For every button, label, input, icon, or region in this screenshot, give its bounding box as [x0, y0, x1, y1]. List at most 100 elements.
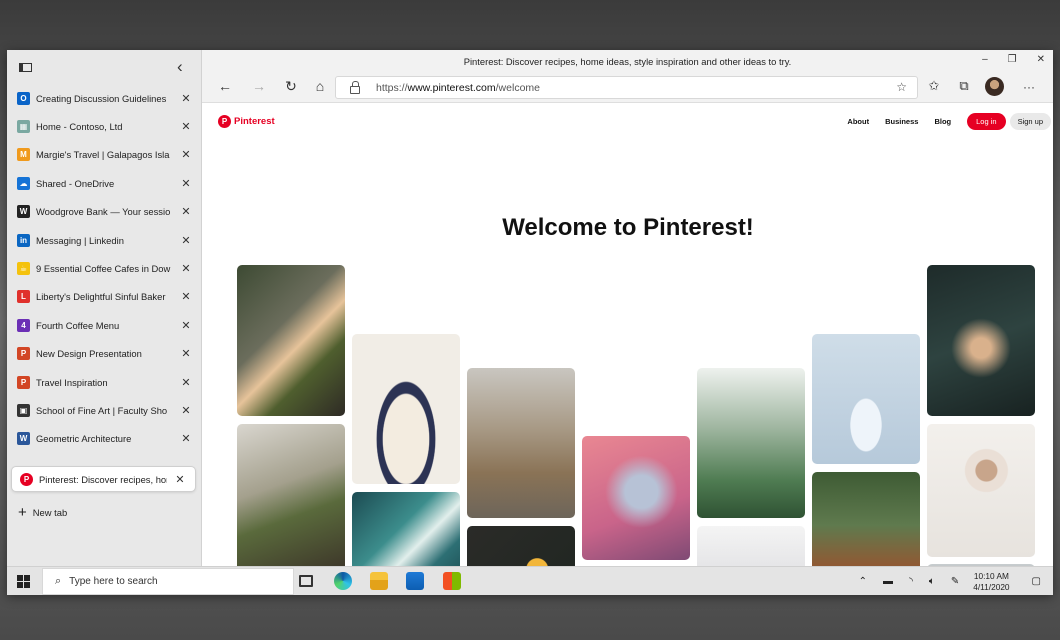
welcome-heading: Welcome to Pinterest!	[502, 214, 754, 241]
pin-pendant-lamp[interactable]	[812, 334, 920, 464]
file-explorer-icon[interactable]	[370, 572, 388, 590]
search-placeholder: Type here to search	[69, 576, 158, 587]
clock[interactable]: 10:10 AM 4/11/2020	[973, 571, 1009, 593]
pin-campfire[interactable]	[927, 265, 1035, 416]
more-menu-icon[interactable]: ···	[1020, 80, 1038, 94]
close-tab-icon[interactable]: ✕	[181, 92, 191, 105]
vertical-tabs-sidebar: ‹ O Creating Discussion Guidelines ✕ ▦ Home …	[7, 50, 202, 566]
login-button[interactable]: Log in	[967, 113, 1006, 130]
pinterest-logo[interactable]: P Pinterest	[218, 115, 275, 128]
tab-item[interactable]: W Woodgrove Bank — Your sessio ✕	[7, 198, 201, 226]
url-text[interactable]: https://www.pinterest.com/welcome	[376, 82, 540, 94]
tab-list: O Creating Discussion Guidelines ✕ ▦ Home - …	[7, 84, 201, 453]
pin-street-fashion[interactable]	[467, 368, 575, 518]
pinterest-page: P Pinterest About Business Blog Log in S…	[203, 104, 1053, 566]
close-tab-icon[interactable]: ✕	[181, 205, 191, 218]
address-bar[interactable]: https://www.pinterest.com/welcome ☆	[335, 76, 918, 99]
powerpoint-icon: P	[17, 375, 30, 389]
new-tab-label: New tab	[32, 506, 68, 518]
battery-icon[interactable]: ▬	[883, 576, 893, 587]
windows-start-icon[interactable]	[17, 575, 30, 588]
new-tab-button[interactable]: + New tab	[7, 497, 201, 527]
home-button[interactable]: ⌂	[311, 78, 329, 94]
profile-avatar[interactable]	[985, 77, 1004, 96]
tab-title: 9 Essential Coffee Cafes in Dow	[36, 263, 171, 275]
lock-icon[interactable]	[350, 80, 360, 94]
close-tab-icon[interactable]: ✕	[181, 148, 191, 161]
maximize-button[interactable]: ❐	[1008, 54, 1017, 65]
refresh-button[interactable]: ↻	[282, 78, 300, 95]
close-tab-icon[interactable]: ✕	[181, 347, 191, 360]
tab-item[interactable]: ▣ School of Fine Art | Faculty Sho ✕	[7, 396, 201, 424]
tab-item[interactable]: ☕ 9 Essential Coffee Cafes in Dow ✕	[7, 254, 201, 282]
close-tab-icon[interactable]: ✕	[181, 234, 191, 247]
tab-item[interactable]: W Geometric Architecture ✕	[7, 425, 201, 453]
pinterest-nav: About Business Blog Log in Sign up	[847, 113, 1051, 130]
collections-icon[interactable]: ⧉	[955, 78, 973, 94]
collapse-sidebar-icon[interactable]: ‹	[177, 57, 183, 77]
tab-pinterest-active[interactable]: P Pinterest: Discover recipes, hom ✕	[12, 467, 195, 492]
chevron-up-icon[interactable]: ⌃	[859, 576, 867, 587]
favorites-icon[interactable]: ✩	[925, 78, 943, 94]
volume-icon[interactable]: 🔈︎	[929, 576, 935, 587]
task-view-icon[interactable]	[299, 575, 313, 587]
tab-title: Woodgrove Bank — Your sessio	[36, 206, 171, 218]
tab-item[interactable]: L Liberty's Delightful Sinful Baker ✕	[7, 283, 201, 311]
tab-item[interactable]: M Margie's Travel | Galapagos Isla ✕	[7, 141, 201, 169]
tab-title: Margie's Travel | Galapagos Isla	[36, 149, 170, 161]
pin-citrus[interactable]	[467, 526, 575, 566]
close-tab-icon[interactable]: ✕	[175, 473, 185, 486]
woodgrove-icon: W	[17, 205, 30, 219]
tab-item[interactable]: 4 Fourth Coffee Menu ✕	[7, 311, 201, 339]
close-tab-icon[interactable]: ✕	[181, 177, 191, 190]
pin-coffee-cup[interactable]	[927, 424, 1035, 557]
taskbar-search-box[interactable]: ⌕ Type here to search	[42, 568, 294, 595]
fine-art-icon: ▣	[17, 403, 30, 417]
minimize-button[interactable]: –	[982, 54, 988, 65]
clock-time: 10:10 AM	[973, 570, 1009, 581]
nav-business[interactable]: Business	[885, 117, 918, 126]
pin-fairy-lights-jar[interactable]	[582, 436, 690, 560]
notifications-icon[interactable]: ▢	[1032, 576, 1041, 587]
pin-ocean-pool[interactable]	[352, 492, 460, 566]
forward-button[interactable]: →	[250, 78, 268, 94]
search-icon: ⌕	[55, 575, 62, 587]
nav-about[interactable]: About	[847, 117, 869, 126]
close-tab-icon[interactable]: ✕	[181, 432, 191, 445]
tab-actions-icon[interactable]	[19, 63, 32, 72]
tab-item[interactable]: in Messaging | Linkedin ✕	[7, 226, 201, 254]
pen-icon[interactable]: ✎	[951, 576, 959, 587]
powerpoint-icon: P	[17, 347, 30, 361]
tab-title: Fourth Coffee Menu	[36, 319, 120, 331]
tab-item[interactable]: ▦ Home - Contoso, Ltd ✕	[7, 112, 201, 140]
plus-icon: +	[18, 503, 27, 521]
close-tab-icon[interactable]: ✕	[181, 120, 191, 133]
signup-button[interactable]: Sign up	[1009, 113, 1051, 130]
pin-blueberry-cake[interactable]	[352, 334, 460, 484]
clock-date: 4/11/2020	[973, 581, 1010, 592]
edge-icon[interactable]	[334, 572, 352, 590]
back-button[interactable]: ←	[216, 78, 234, 94]
wifi-icon[interactable]: ◝	[909, 576, 913, 587]
nav-blog[interactable]: Blog	[934, 117, 951, 126]
pin-leather-bag[interactable]	[812, 472, 920, 566]
store-icon[interactable]	[443, 572, 461, 590]
pin-white-room[interactable]	[697, 526, 805, 566]
pin-greenhouse[interactable]	[697, 368, 805, 518]
tab-title: School of Fine Art | Faculty Sho	[36, 404, 168, 416]
tab-item[interactable]: P Travel Inspiration ✕	[7, 368, 201, 396]
mail-icon[interactable]	[406, 572, 424, 590]
close-tab-icon[interactable]: ✕	[181, 376, 191, 389]
tab-item[interactable]: ☁ Shared - OneDrive ✕	[7, 169, 201, 197]
close-tab-icon[interactable]: ✕	[181, 319, 191, 332]
tab-item[interactable]: P New Design Presentation ✕	[7, 340, 201, 368]
tab-title: Geometric Architecture	[36, 433, 132, 445]
close-tab-icon[interactable]: ✕	[181, 404, 191, 417]
close-window-button[interactable]: ✕	[1037, 54, 1045, 65]
close-tab-icon[interactable]: ✕	[181, 262, 191, 275]
pin-plants-room[interactable]	[237, 424, 345, 566]
tab-item[interactable]: O Creating Discussion Guidelines ✕	[7, 84, 201, 112]
close-tab-icon[interactable]: ✕	[181, 290, 191, 303]
pin-food-plate[interactable]	[237, 265, 345, 416]
add-favorite-icon[interactable]: ☆	[896, 80, 907, 94]
